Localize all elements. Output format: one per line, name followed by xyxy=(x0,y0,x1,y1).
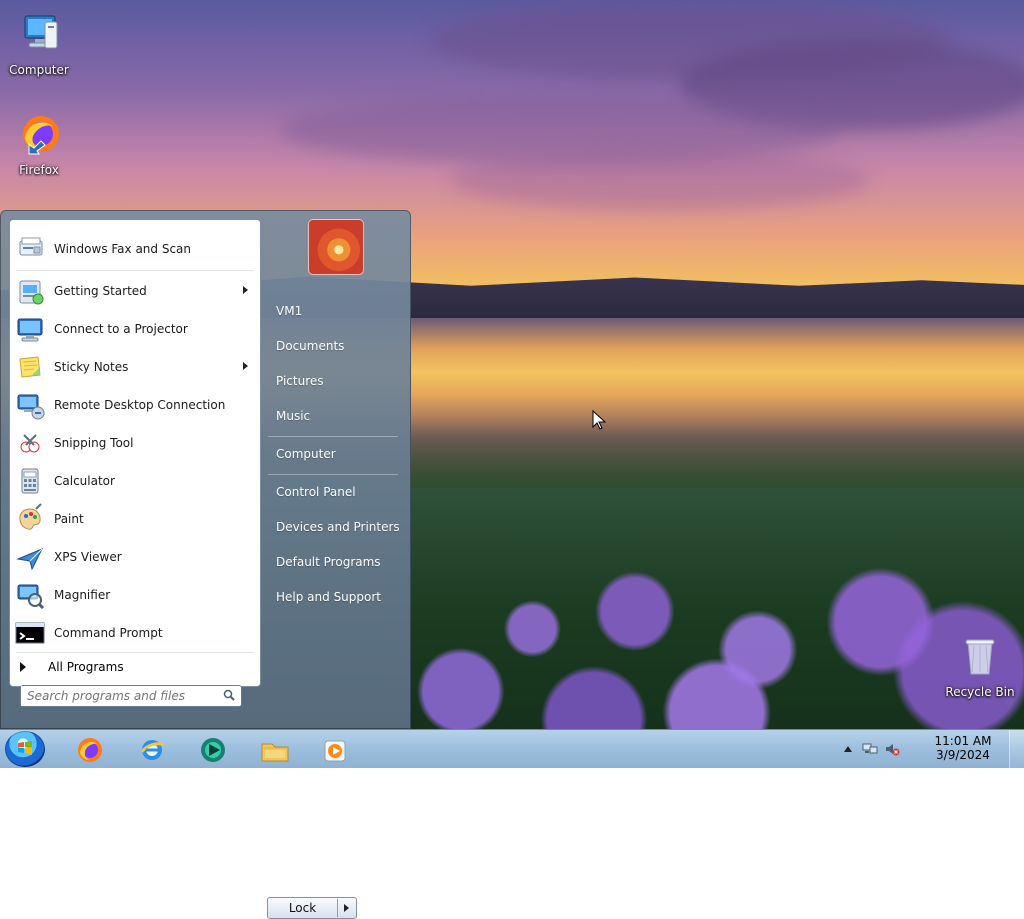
program-command-prompt[interactable]: Command Prompt xyxy=(10,614,260,652)
right-link-default-programs[interactable]: Default Programs xyxy=(276,555,381,569)
program-label: Windows Fax and Scan xyxy=(54,242,192,256)
recycle-bin-icon xyxy=(956,632,1004,680)
lock-button[interactable]: Lock xyxy=(267,897,357,919)
command-prompt-icon xyxy=(14,617,46,649)
start-menu: Windows Fax and Scan Getting Started Con… xyxy=(0,210,411,919)
internet-explorer-icon xyxy=(137,735,167,768)
fax-scanner-icon xyxy=(14,233,46,265)
xps-viewer-icon xyxy=(14,541,46,573)
search-icon[interactable] xyxy=(223,689,235,701)
program-windows-fax-and-scan[interactable]: Windows Fax and Scan xyxy=(10,230,260,268)
taskbar-media-player[interactable] xyxy=(314,732,356,766)
right-link-music[interactable]: Music xyxy=(276,409,310,423)
program-getting-started[interactable]: Getting Started xyxy=(10,272,260,310)
program-calculator[interactable]: Calculator xyxy=(10,462,260,500)
taskbar: 11:01 AM 3/9/2024 xyxy=(0,729,1024,769)
all-programs-arrow-icon xyxy=(20,662,26,672)
clock-date: 3/9/2024 xyxy=(936,748,990,762)
right-link-documents[interactable]: Documents xyxy=(276,339,344,353)
program-sticky-notes[interactable]: Sticky Notes xyxy=(10,348,260,386)
right-link-help-and-support[interactable]: Help and Support xyxy=(276,590,381,604)
show-desktop-button[interactable] xyxy=(1009,730,1024,769)
program-xps-viewer[interactable]: XPS Viewer xyxy=(10,538,260,576)
clock-time: 11:01 AM xyxy=(934,734,992,748)
computer-icon xyxy=(15,10,63,58)
programs-separator xyxy=(16,270,254,271)
start-menu-programs-pane: Windows Fax and Scan Getting Started Con… xyxy=(9,219,261,687)
show-hidden-icons-button[interactable] xyxy=(844,746,852,752)
projector-icon xyxy=(14,313,46,345)
program-magnifier[interactable]: Magnifier xyxy=(10,576,260,614)
right-separator xyxy=(268,474,398,475)
taskbar-internet-explorer[interactable] xyxy=(131,732,173,766)
taskbar-clock[interactable]: 11:01 AM 3/9/2024 xyxy=(928,734,998,762)
mouse-cursor-icon xyxy=(592,409,607,430)
program-label: Command Prompt xyxy=(54,626,163,640)
taskbar-firefox[interactable] xyxy=(68,732,110,766)
taskbar-file-explorer[interactable] xyxy=(254,732,296,766)
folder-icon xyxy=(260,738,290,767)
program-label: Getting Started xyxy=(54,284,147,298)
lock-button-label: Lock xyxy=(288,901,317,915)
right-link-computer[interactable]: Computer xyxy=(276,447,336,461)
program-label: Calculator xyxy=(54,474,115,488)
paint-palette-icon xyxy=(14,503,46,535)
firefox-icon xyxy=(15,110,63,158)
program-label: XPS Viewer xyxy=(54,550,122,564)
right-link-devices-and-printers[interactable]: Devices and Printers xyxy=(276,520,400,534)
program-paint[interactable]: Paint xyxy=(10,500,260,538)
firefox-icon xyxy=(74,735,104,768)
all-programs-label: All Programs xyxy=(48,660,124,674)
desktop-icon-label: Recycle Bin xyxy=(945,685,1015,699)
magnifier-icon xyxy=(14,579,46,611)
right-link-pictures[interactable]: Pictures xyxy=(276,374,324,388)
program-label: Paint xyxy=(54,512,84,526)
sticky-notes-icon xyxy=(14,351,46,383)
submenu-arrow-icon[interactable] xyxy=(243,286,248,294)
volume-muted-icon[interactable] xyxy=(884,741,900,760)
program-label: Remote Desktop Connection xyxy=(54,398,226,412)
right-link-user[interactable]: VM1 xyxy=(276,304,302,318)
desktop-icon-label: Firefox xyxy=(19,163,59,177)
program-label: Connect to a Projector xyxy=(54,322,188,336)
desktop-icon-computer[interactable]: Computer xyxy=(3,10,75,77)
network-icon[interactable] xyxy=(862,741,878,760)
search-input[interactable] xyxy=(21,686,213,706)
user-avatar[interactable] xyxy=(308,219,364,275)
submenu-arrow-icon[interactable] xyxy=(243,362,248,370)
program-snipping-tool[interactable]: Snipping Tool xyxy=(10,424,260,462)
program-label: Snipping Tool xyxy=(54,436,134,450)
windows-logo-icon xyxy=(17,740,33,756)
right-separator xyxy=(268,436,398,437)
program-label: Sticky Notes xyxy=(54,360,129,374)
media-player-icon xyxy=(320,736,350,769)
start-button[interactable] xyxy=(5,731,45,767)
search-box[interactable] xyxy=(20,685,242,707)
taskbar-media-center[interactable] xyxy=(192,732,234,766)
right-link-control-panel[interactable]: Control Panel xyxy=(276,485,356,499)
getting-started-icon xyxy=(14,275,46,307)
lock-options-chevron-icon[interactable] xyxy=(338,897,356,919)
desktop-icon-recycle-bin[interactable]: Recycle Bin xyxy=(940,632,1020,699)
media-center-icon xyxy=(198,735,228,768)
calculator-icon xyxy=(14,465,46,497)
snipping-tool-icon xyxy=(14,427,46,459)
system-tray: 11:01 AM 3/9/2024 xyxy=(844,730,1024,769)
remote-desktop-icon xyxy=(14,389,46,421)
start-menu-places-pane: VM1 Documents Pictures Music Computer Co… xyxy=(262,219,402,729)
all-programs-button[interactable]: All Programs xyxy=(10,650,260,684)
desktop-icon-label: Computer xyxy=(9,63,69,77)
program-label: Magnifier xyxy=(54,588,111,602)
desktop-icon-firefox[interactable]: Firefox xyxy=(3,110,75,177)
program-remote-desktop-connection[interactable]: Remote Desktop Connection xyxy=(10,386,260,424)
program-connect-to-a-projector[interactable]: Connect to a Projector xyxy=(10,310,260,348)
